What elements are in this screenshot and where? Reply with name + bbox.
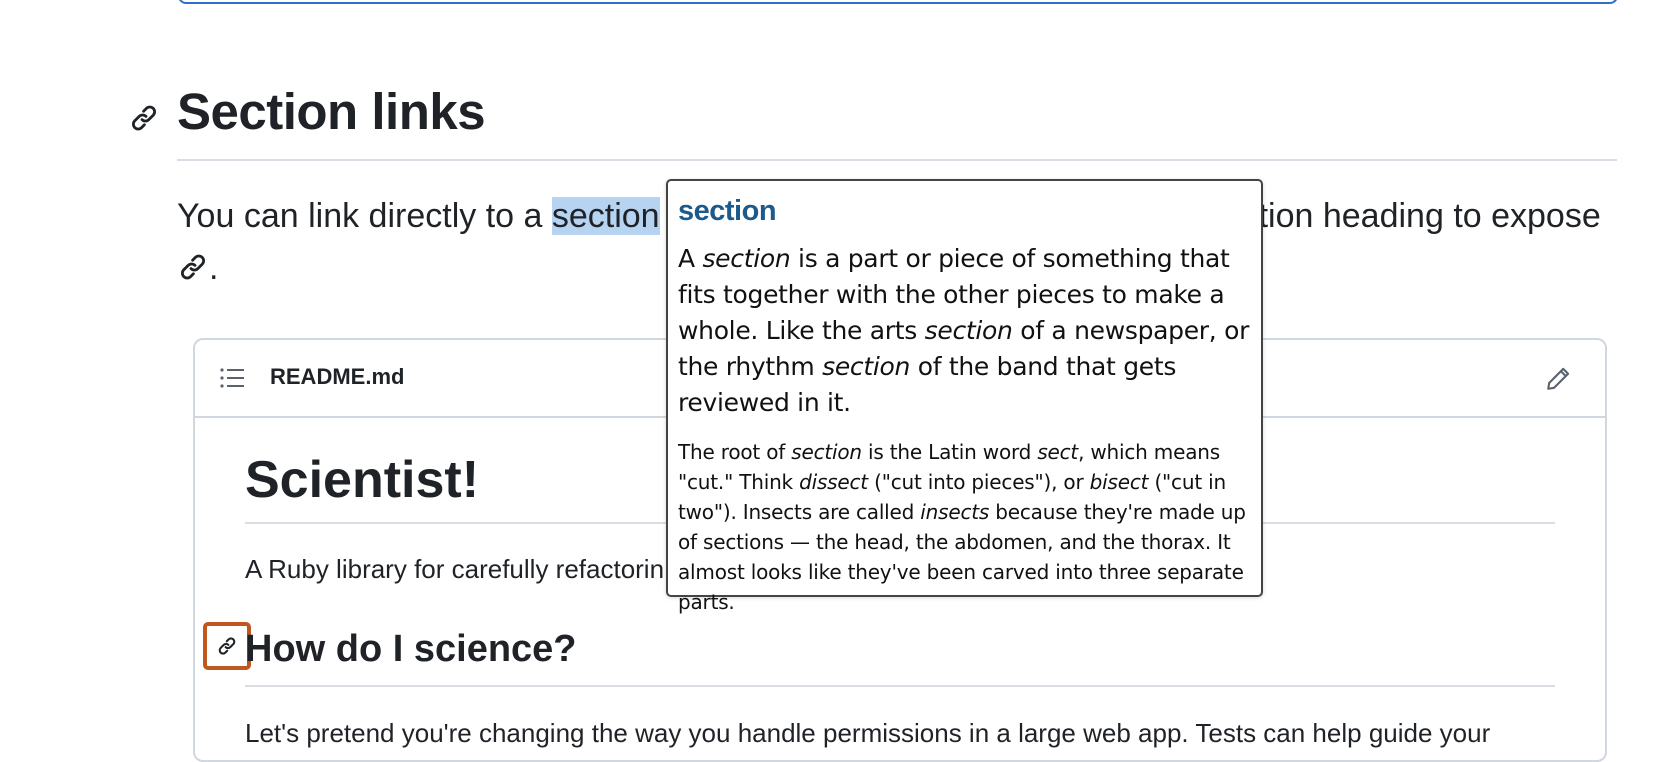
readme-description: A Ruby library for carefully refactorin xyxy=(245,554,665,584)
section-heading: Section links xyxy=(177,83,486,140)
link-icon xyxy=(181,254,205,280)
para-text: . xyxy=(209,249,219,287)
link-icon xyxy=(218,637,236,655)
dictionary-popup: section A section is a part or piece of … xyxy=(666,179,1263,614)
readme-body-text: Let's pretend you're changing the way yo… xyxy=(245,718,1491,748)
readme-subheading-divider xyxy=(245,685,1555,687)
readme-subheading: How do I science? xyxy=(245,628,577,670)
readme-filename[interactable]: README.md xyxy=(270,364,404,390)
link-icon[interactable] xyxy=(128,102,160,134)
list-icon[interactable] xyxy=(219,366,245,390)
code-block-bottom-edge xyxy=(178,0,1618,4)
para-text: tion heading to expose xyxy=(1258,197,1601,235)
readme-title: Scientist! xyxy=(245,451,480,509)
focused-anchor-link[interactable] xyxy=(203,622,251,670)
selected-word[interactable]: section xyxy=(551,197,660,235)
popup-definition: A section is a part or piece of somethin… xyxy=(678,244,1250,417)
popup-etymology: The root of section is the Latin word se… xyxy=(678,440,1246,614)
pencil-icon[interactable] xyxy=(1545,366,1571,392)
heading-divider xyxy=(177,159,1617,161)
popup-word: section xyxy=(678,195,777,227)
para-text: You can link directly to a xyxy=(177,197,552,235)
